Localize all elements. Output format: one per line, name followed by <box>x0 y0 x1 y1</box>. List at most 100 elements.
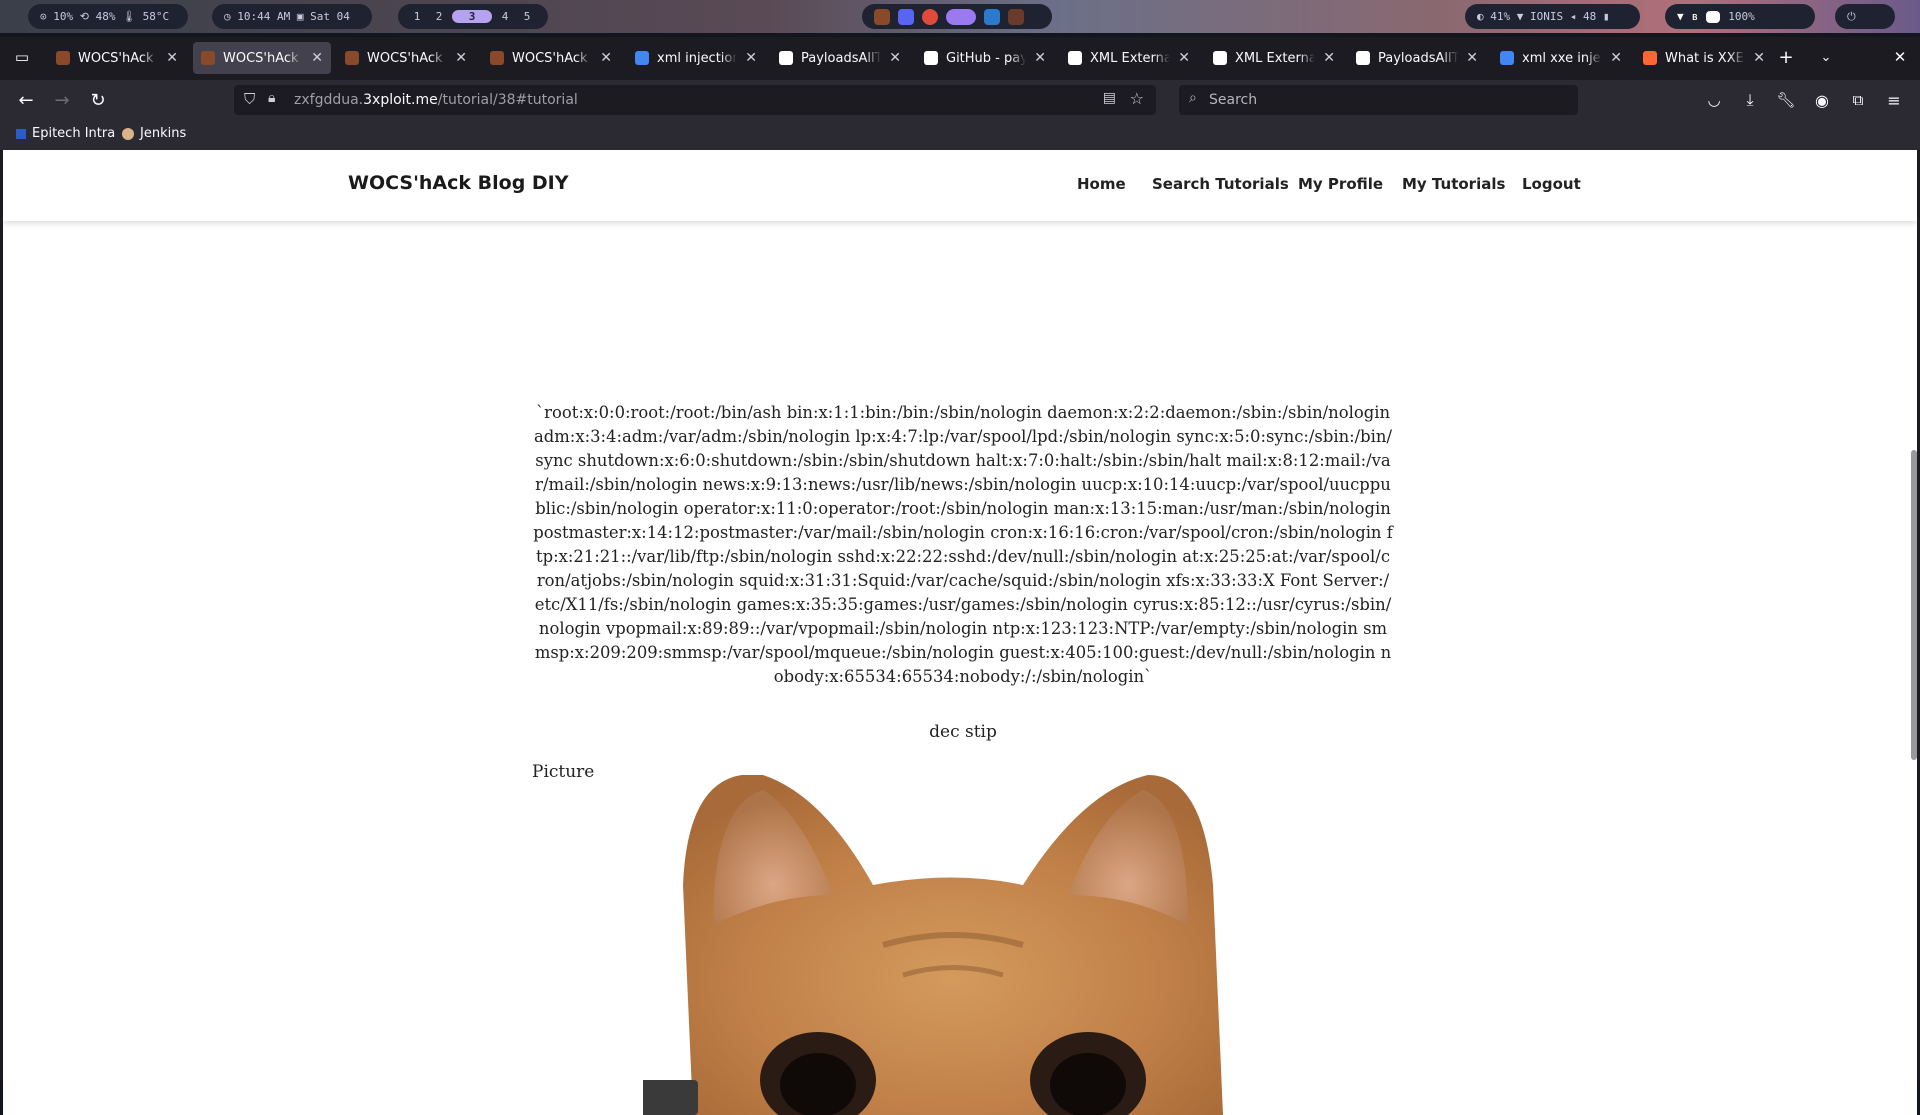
browser-tab[interactable]: XML External Entity ✕ <box>1060 42 1198 74</box>
chrome-icon[interactable] <box>922 8 938 25</box>
google-favicon-icon <box>1500 51 1514 65</box>
tab-close-icon[interactable]: ✕ <box>889 50 901 66</box>
browser-tab[interactable]: PayloadsAllTheThings ✕ <box>1348 42 1486 74</box>
tab-title: xml xxe injection <box>1522 50 1602 66</box>
tab-title: WOCS'hAck Blog DIY <box>512 50 592 66</box>
reload-icon[interactable]: ↻ <box>84 86 112 114</box>
site-favicon-icon <box>201 51 215 65</box>
workspace-2[interactable]: 2 <box>430 10 448 23</box>
discord-tray-icon[interactable] <box>1706 10 1721 23</box>
app-icon-1[interactable] <box>874 8 890 25</box>
jenkins-favicon-icon <box>122 127 134 140</box>
vscode-icon[interactable] <box>984 8 1000 25</box>
tutorial-description: dec stip <box>929 722 997 742</box>
wifi-icon[interactable]: ▼ <box>1677 10 1684 23</box>
navigation-toolbar: ← → ↻ ⛉ 🔒︎ zxfgddua. 3xploit.me/tutorial/… <box>0 80 1920 120</box>
tab-close-icon[interactable]: ✕ <box>166 50 178 66</box>
nav-my-tutorials[interactable]: My Tutorials <box>1402 175 1505 193</box>
app-tray <box>862 4 1052 29</box>
lock-icon[interactable]: 🔒︎ <box>268 90 275 106</box>
list-tabs-chevron-icon[interactable]: ⌄ <box>1812 43 1840 71</box>
bookmark-label: Epitech Intra <box>32 126 116 141</box>
search-icon: ⌕ <box>1189 90 1197 106</box>
nav-search-tutorials[interactable]: Search Tutorials <box>1152 175 1289 193</box>
tab-close-icon[interactable]: ✕ <box>1323 50 1335 66</box>
power-icon[interactable]: ⏻ <box>1847 10 1856 24</box>
github-favicon-icon <box>779 51 793 65</box>
bookmark-star-icon[interactable]: ☆ <box>1130 89 1144 108</box>
tab-title: GitHub - payloadbox <box>946 50 1027 66</box>
nav-home[interactable]: Home <box>1077 175 1126 193</box>
nav-logout[interactable]: Logout <box>1522 175 1581 193</box>
new-tab-plus-icon[interactable]: + <box>1772 43 1800 71</box>
power-widget[interactable]: ⏻ <box>1835 4 1895 29</box>
tab-close-icon[interactable]: ✕ <box>1178 50 1190 66</box>
system-stats: ⊙ 10% ⟲ 48% 🌡 58°C <box>28 4 188 29</box>
epitech-favicon-icon <box>16 128 26 139</box>
tab-close-icon[interactable]: ✕ <box>1034 50 1046 66</box>
browser-tab[interactable]: What is XXE (XML ✕ <box>1635 42 1773 74</box>
close-window-icon[interactable]: ✕ <box>1886 43 1914 71</box>
tab-title: XML External Entity <box>1235 50 1316 66</box>
page-scrollbar[interactable] <box>1911 450 1917 760</box>
browser-tab[interactable]: PayloadsAllTheThings ✕ <box>771 42 909 74</box>
web-page: WOCS'hAck Blog DIY Home Search Tutorials… <box>3 150 1917 1115</box>
browser-tab[interactable]: WOCS'hAck Blog DIY ✕ <box>48 42 186 74</box>
extensions-icon[interactable]: ⧉ <box>1844 86 1872 114</box>
browser-window: ▭ WOCS'hAck Blog DIY ✕ WOCS'hAck Blog DIY ✕… <box>0 37 1920 1115</box>
workspace-5[interactable]: 5 <box>518 10 536 23</box>
reader-view-icon[interactable]: ▤ <box>1103 90 1116 106</box>
system-status-bar: ⊙ 10% ⟲ 48% 🌡 58°C ◷ 10:44 AM ▣ Sat 04 1… <box>0 0 1920 33</box>
tutorial-content-passwd: `root:x:0:0:root:/root:/bin/ash bin:x:1:… <box>533 403 1393 686</box>
tab-close-icon[interactable]: ✕ <box>455 50 467 66</box>
discord-icon[interactable] <box>898 8 914 25</box>
bookmark-jenkins[interactable]: Jenkins <box>122 126 186 141</box>
nav-my-profile[interactable]: My Profile <box>1298 175 1383 193</box>
tab-close-icon[interactable]: ✕ <box>1753 50 1765 66</box>
pocket-icon[interactable]: ◡ <box>1700 86 1728 114</box>
account-icon[interactable]: ◉ <box>1808 86 1836 114</box>
tab-close-icon[interactable]: ✕ <box>1466 50 1478 66</box>
downloads-icon[interactable]: ⤓ <box>1736 86 1764 114</box>
menu-hamburger-icon[interactable]: ≡ <box>1880 86 1908 114</box>
tray-battery: ▼ ʙ 100% <box>1665 4 1815 29</box>
tab-title: What is XXE (XML <box>1665 50 1745 66</box>
workspace-1[interactable]: 1 <box>408 10 426 23</box>
tab-bar: ▭ WOCS'hAck Blog DIY ✕ WOCS'hAck Blog DIY ✕… <box>0 37 1920 77</box>
status-text: ◐ 41% ▼ IONIS ◂ 48 ▮ <box>1477 10 1610 23</box>
bookmark-epitech-intra[interactable]: Epitech Intra <box>16 126 115 141</box>
system-stats-text: ⊙ 10% ⟲ 48% 🌡 58°C <box>40 10 170 23</box>
clock-widget: ◷ 10:44 AM ▣ Sat 04 <box>212 4 372 29</box>
url-subdomain: zxfgddua. <box>294 92 364 108</box>
tab-close-icon[interactable]: ✕ <box>600 50 612 66</box>
shield-icon[interactable]: ⛉ <box>244 90 255 108</box>
url-bar[interactable]: ⛉ 🔒︎ zxfgddua. 3xploit.me/tutorial/38#tut… <box>234 85 1156 115</box>
firefox-icon[interactable] <box>946 8 976 25</box>
app-icon-6[interactable] <box>1008 8 1024 25</box>
bluetooth-icon[interactable]: ʙ <box>1692 10 1699 23</box>
site-header: WOCS'hAck Blog DIY Home Search Tutorials… <box>3 150 1917 221</box>
wrench-icon[interactable]: 🔧︎ <box>1772 86 1800 114</box>
google-favicon-icon <box>635 51 649 65</box>
browser-tab[interactable]: xml injection payload ✕ <box>627 42 765 74</box>
workspace-3[interactable]: 3 <box>452 10 492 23</box>
forward-arrow-icon[interactable]: → <box>48 86 76 114</box>
browser-tab[interactable]: GitHub - payloadbox ✕ <box>916 42 1054 74</box>
back-arrow-icon[interactable]: ← <box>12 86 40 114</box>
workspace-4[interactable]: 4 <box>496 10 514 23</box>
tab-close-icon[interactable]: ✕ <box>1610 50 1622 66</box>
cat-picture <box>643 775 1223 1115</box>
site-brand[interactable]: WOCS'hAck Blog DIY <box>348 172 569 194</box>
tab-overview-icon[interactable]: ▭ <box>8 43 36 71</box>
tab-close-icon[interactable]: ✕ <box>311 50 323 66</box>
browser-tab[interactable]: XML External Entity ✕ <box>1205 42 1343 74</box>
browser-tab[interactable]: WOCS'hAck Blog DIY ✕ <box>482 42 620 74</box>
browser-tab[interactable]: WOCS'hAck Blog DIY ✕ <box>337 42 475 74</box>
search-field[interactable]: ⌕ Search <box>1179 85 1578 115</box>
tab-title: WOCS'hAck Blog DIY <box>367 50 447 66</box>
github-favicon-icon <box>924 51 938 65</box>
browser-tab[interactable]: WOCS'hAck Blog DIY ✕ <box>193 42 331 74</box>
browser-tab[interactable]: xml xxe injection ✕ <box>1492 42 1630 74</box>
tab-close-icon[interactable]: ✕ <box>745 50 757 66</box>
workspace-switcher[interactable]: 1 2 3 4 5 <box>398 4 548 29</box>
